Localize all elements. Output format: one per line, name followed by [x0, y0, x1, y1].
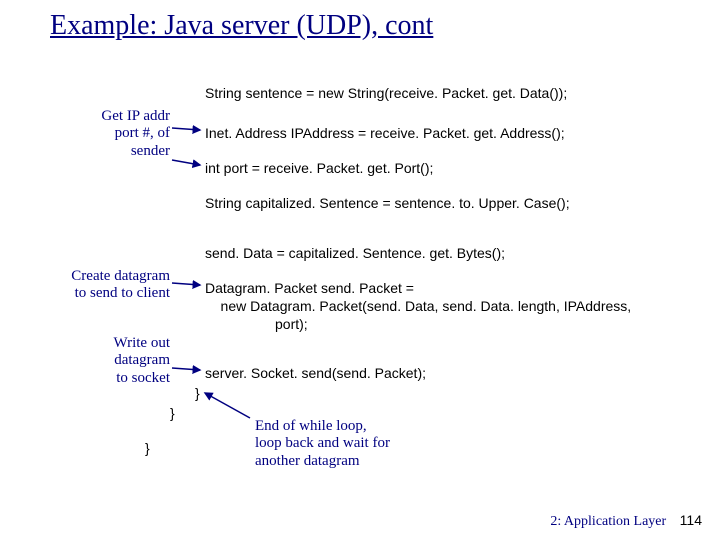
code-line-4: String capitalized. Sentence = sentence.… — [205, 195, 570, 211]
annotation-text: port #, of — [115, 125, 170, 141]
annotation-end-loop: End of while loop, loop back and wait fo… — [255, 418, 485, 470]
annotation-text: loop back and wait for — [255, 435, 390, 451]
annotation-text: sender — [131, 143, 170, 159]
page-number: 114 — [680, 512, 702, 528]
annotation-write-out: Write out datagram to socket — [55, 335, 170, 387]
annotation-text: Create datagram — [71, 268, 170, 284]
code-line-6: Datagram. Packet send. Packet = — [205, 280, 414, 296]
code-line-11: } — [170, 405, 175, 421]
annotation-text: End of while loop, — [255, 418, 367, 434]
code-line-2: Inet. Address IPAddress = receive. Packe… — [205, 125, 565, 141]
annotation-text: Write out — [114, 335, 170, 351]
chapter-label: 2: Application Layer — [550, 514, 666, 529]
annotation-text: another datagram — [255, 453, 360, 469]
code-line-7: new Datagram. Packet(send. Data, send. D… — [205, 298, 631, 314]
code-line-10: } — [195, 385, 200, 401]
code-line-5: send. Data = capitalized. Sentence. get.… — [205, 245, 505, 261]
code-line-8: port); — [275, 316, 308, 332]
slide-footer: 2: Application Layer 114 — [550, 512, 702, 530]
code-line-9: server. Socket. send(send. Packet); — [205, 365, 426, 381]
annotation-create-datagram: Create datagram to send to client — [15, 268, 170, 303]
annotation-text: Get IP addr — [101, 108, 170, 124]
annotation-text: to send to client — [75, 285, 170, 301]
code-line-12: } — [145, 440, 150, 456]
code-line-1: String sentence = new String(receive. Pa… — [205, 85, 567, 101]
slide-title: Example: Java server (UDP), cont — [50, 10, 433, 42]
annotation-get-ip: Get IP addr port #, of sender — [40, 108, 170, 160]
annotation-text: datagram — [114, 352, 170, 368]
code-line-3: int port = receive. Packet. get. Port(); — [205, 160, 433, 176]
annotation-text: to socket — [116, 370, 170, 386]
